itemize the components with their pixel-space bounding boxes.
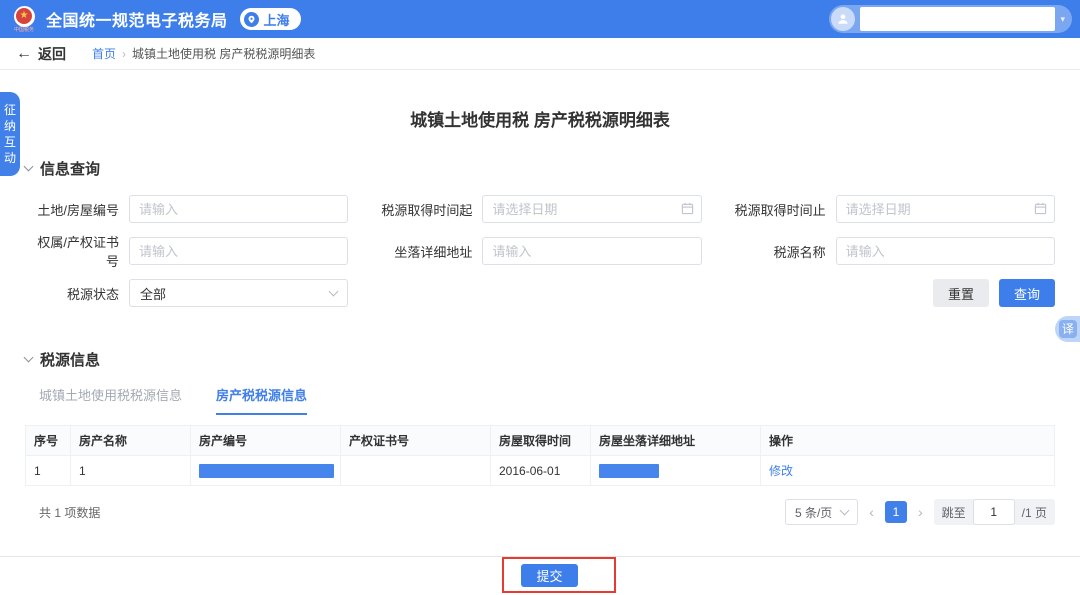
back-button[interactable]: ← 返回 — [16, 44, 66, 64]
date-from-label: 税源取得时间起 — [378, 200, 482, 219]
tab-property-tax[interactable]: 房产税税源信息 — [216, 385, 307, 415]
region-label: 上海 — [264, 10, 290, 29]
app-root: ★ 中国税务 全国统一规范电子税务局 上海 ▾ ← 返回 首页 › 城镇土地使用… — [0, 0, 1080, 595]
col-acquire-date: 房屋取得时间 — [491, 426, 591, 456]
region-badge[interactable]: 上海 — [240, 8, 301, 30]
col-cert: 产权证书号 — [341, 426, 491, 456]
next-page-button[interactable]: › — [916, 504, 925, 520]
date-to-input[interactable] — [836, 195, 1055, 223]
reset-button[interactable]: 重置 — [933, 279, 989, 307]
total-count-text: 共 1 项数据 — [39, 504, 100, 521]
field-address: 坐落详细地址 — [378, 232, 701, 270]
field-cert-no: 权属/产权证书号 — [25, 232, 348, 270]
field-source-name: 税源名称 — [732, 232, 1055, 270]
translate-icon: 译 — [1059, 320, 1077, 338]
col-name: 房产名称 — [71, 426, 191, 456]
prev-page-button[interactable]: ‹ — [867, 504, 876, 520]
page-title: 城镇土地使用税 房产税税源明细表 — [25, 106, 1055, 131]
field-status: 税源状态 全部 — [25, 279, 348, 307]
current-page-button[interactable]: 1 — [885, 501, 907, 523]
cell-action: 修改 — [761, 456, 1055, 486]
breadcrumb-home[interactable]: 首页 — [92, 45, 116, 62]
col-index: 序号 — [26, 426, 71, 456]
redaction-block — [199, 464, 334, 478]
calendar-icon — [1034, 202, 1047, 220]
source-tabs: 城镇土地使用税税源信息 房产税税源信息 — [25, 385, 1055, 415]
cell-number — [191, 456, 341, 486]
chevron-down-icon — [329, 286, 339, 296]
translate-tool[interactable]: 译 — [1055, 316, 1080, 342]
cert-no-label: 权属/产权证书号 — [25, 232, 129, 270]
status-select-value: 全部 — [140, 284, 166, 303]
app-title: 全国统一规范电子税务局 — [46, 7, 228, 31]
section-source-header: 税源信息 — [25, 349, 1055, 370]
collapse-chevron-icon[interactable] — [24, 162, 34, 172]
section-query-header: 信息查询 — [25, 158, 1055, 179]
tax-bureau-logo-icon: ★ 中国税务 — [10, 6, 38, 33]
table-footer: 共 1 项数据 5 条/页 ‹ 1 › 跳至 /1 页 — [25, 499, 1055, 525]
cell-address — [591, 456, 761, 486]
date-from-input[interactable] — [482, 195, 701, 223]
cell-cert — [341, 456, 491, 486]
field-land-house-no: 土地/房屋编号 — [25, 195, 348, 223]
calendar-icon — [681, 202, 694, 220]
cert-no-input[interactable] — [129, 237, 348, 265]
back-arrow-icon: ← — [16, 47, 32, 61]
emblem-circle: ★ — [14, 6, 35, 27]
user-name-value — [860, 7, 1055, 31]
section-query-title: 信息查询 — [40, 158, 100, 179]
breadcrumb-separator-icon: › — [122, 47, 126, 61]
emblem-star-icon: ★ — [16, 8, 32, 24]
field-date-from: 税源取得时间起 — [378, 195, 701, 223]
jump-label: 跳至 — [942, 504, 966, 521]
main-content: 城镇土地使用税 房产税税源明细表 信息查询 土地/房屋编号 税源取得时间起 税源… — [0, 106, 1080, 525]
table-row: 1 1 2016-06-01 修改 — [26, 456, 1055, 486]
property-tax-table: 序号 房产名称 房产编号 产权证书号 房屋取得时间 房屋坐落详细地址 操作 1 … — [25, 425, 1055, 486]
source-name-label: 税源名称 — [732, 242, 836, 261]
table-header-row: 序号 房产名称 房产编号 产权证书号 房屋取得时间 房屋坐落详细地址 操作 — [26, 426, 1055, 456]
page-size-value: 5 条/页 — [795, 504, 832, 521]
page-size-select[interactable]: 5 条/页 — [785, 499, 858, 525]
jump-page-input[interactable] — [973, 499, 1015, 525]
section-source-title: 税源信息 — [40, 349, 100, 370]
page-jump: 跳至 /1 页 — [934, 499, 1055, 525]
col-action: 操作 — [761, 426, 1055, 456]
logo-caption: 中国税务 — [14, 27, 34, 33]
cell-name: 1 — [71, 456, 191, 486]
source-name-input[interactable] — [836, 237, 1055, 265]
status-label: 税源状态 — [25, 284, 129, 303]
col-number: 房产编号 — [191, 426, 341, 456]
status-select[interactable]: 全部 — [129, 279, 348, 307]
chevron-down-icon — [840, 505, 850, 515]
user-menu[interactable]: ▾ — [829, 5, 1072, 33]
cell-index: 1 — [26, 456, 71, 486]
user-avatar-icon — [831, 7, 855, 31]
cell-acquire-date: 2016-06-01 — [491, 456, 591, 486]
chevron-down-icon: ▾ — [1060, 14, 1065, 25]
address-label: 坐落详细地址 — [378, 242, 482, 261]
submit-button[interactable]: 提交 — [521, 564, 578, 587]
search-button[interactable]: 查询 — [999, 279, 1055, 307]
land-house-no-label: 土地/房屋编号 — [25, 200, 129, 219]
location-pin-icon — [244, 12, 259, 27]
land-house-no-input[interactable] — [129, 195, 348, 223]
date-to-label: 税源取得时间止 — [732, 200, 836, 219]
top-header: ★ 中国税务 全国统一规范电子税务局 上海 ▾ — [0, 0, 1080, 38]
breadcrumb: ← 返回 首页 › 城镇土地使用税 房产税税源明细表 — [0, 38, 1080, 70]
modify-link[interactable]: 修改 — [769, 464, 793, 478]
query-form: 土地/房屋编号 税源取得时间起 税源取得时间止 权属/产权证书号 — [25, 195, 1055, 307]
tab-urban-land-tax[interactable]: 城镇土地使用税税源信息 — [39, 385, 182, 415]
collapse-chevron-icon[interactable] — [24, 353, 34, 363]
field-date-to: 税源取得时间止 — [732, 195, 1055, 223]
redaction-block — [599, 464, 659, 478]
query-buttons: 重置 查询 — [378, 279, 1055, 307]
total-pages-label: /1 页 — [1022, 504, 1047, 521]
col-address: 房屋坐落详细地址 — [591, 426, 761, 456]
side-tab-interaction-center[interactable]: 征纳互动 — [0, 92, 20, 176]
breadcrumb-current: 城镇土地使用税 房产税税源明细表 — [132, 45, 315, 62]
address-input[interactable] — [482, 237, 701, 265]
pagination: 5 条/页 ‹ 1 › 跳至 /1 页 — [785, 499, 1055, 525]
back-label: 返回 — [38, 44, 66, 64]
